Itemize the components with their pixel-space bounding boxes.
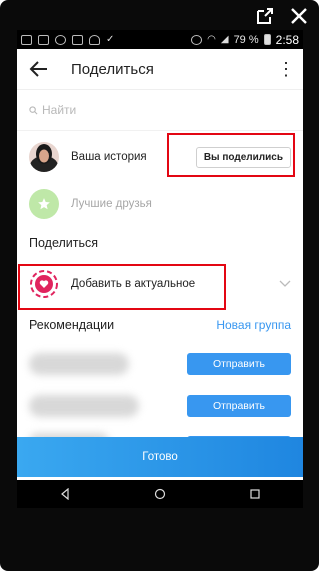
avatar xyxy=(29,142,59,172)
android-nav-bar xyxy=(17,480,303,508)
close-icon[interactable] xyxy=(289,6,309,26)
story-label: Ваша история xyxy=(71,151,147,163)
home-nav-icon[interactable] xyxy=(154,488,166,500)
highlight-box xyxy=(18,264,226,310)
page-title: Поделиться xyxy=(71,60,154,78)
battery-percent: 79 % xyxy=(233,33,259,46)
back-arrow-icon xyxy=(29,61,47,77)
recommendations-title: Рекомендации xyxy=(29,318,115,332)
alarm-icon xyxy=(191,34,203,45)
more-vert-icon[interactable]: ⋮ xyxy=(277,59,295,80)
search-bar[interactable]: Найти xyxy=(17,90,303,131)
send-button[interactable]: Отправить xyxy=(187,395,291,417)
send-button[interactable]: Отправить xyxy=(187,353,291,375)
blurred-contact xyxy=(29,353,129,375)
best-friends-avatar xyxy=(29,189,59,219)
video-icon xyxy=(38,34,49,45)
list-item[interactable]: Отправить xyxy=(17,385,303,427)
blurred-contact xyxy=(29,395,139,417)
check-icon: ✓ xyxy=(106,33,115,45)
wifi-icon: ◠ xyxy=(207,34,216,45)
battery-icon xyxy=(263,34,271,45)
star-icon xyxy=(38,198,50,210)
new-group-link[interactable]: Новая группа xyxy=(216,318,291,332)
open-in-new-icon[interactable] xyxy=(255,6,275,26)
best-friends-label: Лучшие друзья xyxy=(71,198,152,210)
best-friends-row[interactable]: Лучшие друзья xyxy=(17,183,303,225)
recommendations-header: Рекомендации Новая группа xyxy=(17,307,303,343)
app-header: Поделиться ⋮ xyxy=(17,49,303,90)
phone-frame: ✓ ◠ ◢ 79 % 2:58 Поделиться ⋮ Найти Ваша … xyxy=(0,0,319,571)
back-button[interactable] xyxy=(29,58,51,80)
highlight-box xyxy=(167,133,295,177)
back-nav-icon[interactable] xyxy=(59,488,71,500)
list-item[interactable]: Отправить xyxy=(17,343,303,385)
recents-nav-icon[interactable] xyxy=(249,488,261,500)
app-icon xyxy=(72,34,83,45)
eye-icon xyxy=(55,34,66,45)
search-icon xyxy=(29,105,38,114)
notification-icon xyxy=(21,34,32,45)
search-input[interactable]: Найти xyxy=(42,103,76,117)
clock: 2:58 xyxy=(275,32,299,47)
share-section-title: Поделиться xyxy=(29,236,99,250)
bulb-icon xyxy=(89,34,100,45)
window-controls xyxy=(255,6,309,26)
status-bar: ✓ ◠ ◢ 79 % 2:58 xyxy=(17,30,303,49)
done-button[interactable]: Готово xyxy=(17,437,303,477)
signal-icon: ◢ xyxy=(220,34,229,45)
chevron-down-icon[interactable] xyxy=(279,280,291,288)
